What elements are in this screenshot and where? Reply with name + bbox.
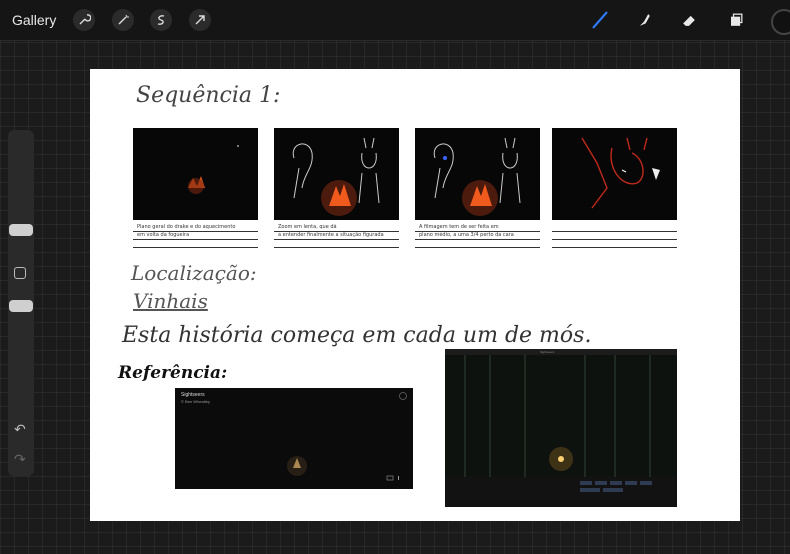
sequence-heading: Sequência 1: [136, 83, 281, 108]
caption-text: Zoom em lenta, que dá [278, 224, 337, 230]
caption-text: A filmagem tem de ser feita em [419, 224, 499, 230]
location-value: Vinhais [133, 289, 208, 313]
smudge-icon[interactable] [632, 8, 656, 32]
drawing-canvas[interactable]: Sequência 1: Plano geral do drake e do a… [90, 69, 740, 521]
reference-label: Referência: [118, 363, 228, 383]
undo-icon[interactable]: ↶ [14, 422, 26, 438]
storyboard-frame-1 [133, 128, 258, 220]
caption-text: plano médio, a uma 3/4 perto da cara [419, 232, 514, 238]
reference-image-2: Sightseers [445, 349, 677, 507]
gallery-button[interactable]: Gallery [12, 12, 56, 28]
caption-lines-1: Plano geral do drake e do aquecimento em… [133, 223, 258, 253]
magic-wand-icon[interactable] [112, 9, 134, 31]
opacity-slider[interactable] [9, 300, 33, 312]
layers-icon[interactable] [724, 8, 748, 32]
story-line: Esta história começa em cada um de mós. [122, 323, 592, 348]
storyboard-frame-4 [552, 128, 677, 220]
location-label: Localização: [131, 261, 257, 285]
brush-icon[interactable] [588, 8, 612, 32]
caption-lines-3: A filmagem tem de ser feita em plano méd… [415, 223, 540, 253]
wrench-icon[interactable] [73, 9, 95, 31]
brush-size-slider[interactable] [9, 224, 33, 236]
color-picker-button[interactable] [771, 9, 790, 35]
caption-text: Plano geral do drake e do aquecimento [137, 224, 236, 230]
left-sidebar: ↶ ↷ [8, 130, 34, 476]
caption-text: a entender finalmente a situação figurad… [278, 232, 384, 238]
selection-icon[interactable] [150, 9, 172, 31]
redo-icon[interactable]: ↷ [14, 452, 26, 468]
storyboard-frame-2 [274, 128, 399, 220]
top-toolbar: Gallery [0, 0, 790, 41]
caption-lines-4 [552, 223, 677, 253]
eraser-icon[interactable] [677, 8, 701, 32]
transform-arrow-icon[interactable] [189, 9, 211, 31]
storyboard-frame-3 [415, 128, 540, 220]
caption-text: em volta da fogueira [137, 232, 190, 238]
caption-lines-2: Zoom em lenta, que dá a entender finalme… [274, 223, 399, 253]
reference-image-1: Sightseers © Ben Wheatley [175, 388, 413, 489]
modify-button[interactable] [14, 267, 26, 279]
